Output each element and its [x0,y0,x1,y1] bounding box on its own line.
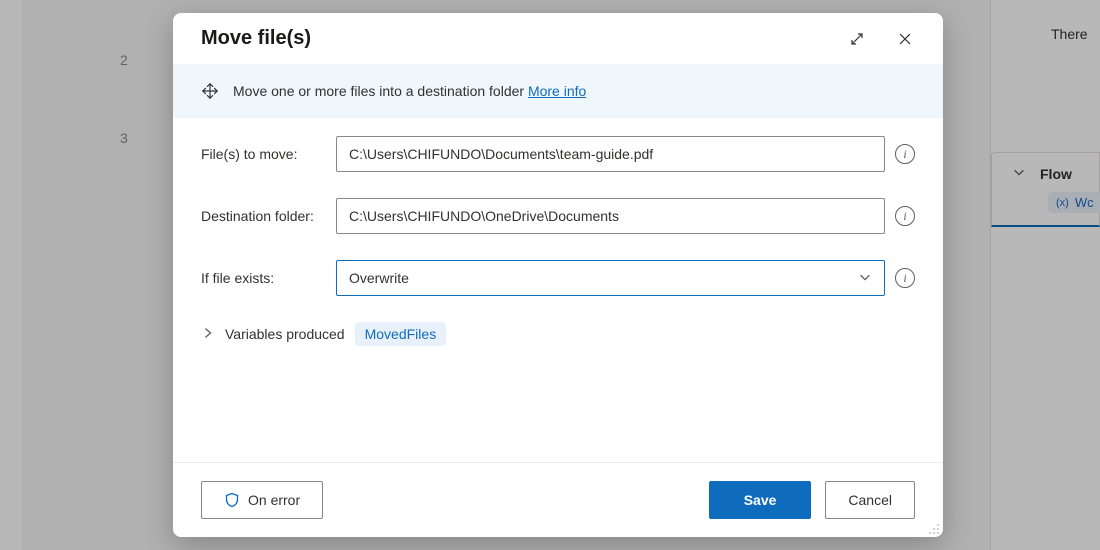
destination-folder-input[interactable] [336,198,885,234]
variables-produced-row[interactable]: Variables produced MovedFiles [201,322,915,346]
info-icon[interactable]: i [895,268,915,288]
on-error-label: On error [248,492,300,508]
save-label: Save [744,492,777,508]
dialog-body: File(s) to move: i Destination folder: i… [173,118,943,462]
chevron-right-icon [201,326,215,343]
destination-folder-label: Destination folder: [201,208,336,224]
move-files-dialog: Move file(s) [173,13,943,537]
chevron-down-icon [858,270,872,287]
variable-badge[interactable]: MovedFiles [355,322,447,346]
banner-text: Move one or more files into a destinatio… [233,83,524,99]
dialog-header: Move file(s) [173,13,943,64]
resize-grip-icon[interactable] [928,522,940,534]
variables-produced-label: Variables produced [225,326,345,342]
expand-icon[interactable] [847,29,867,49]
cancel-label: Cancel [848,492,892,508]
shield-icon [224,492,240,508]
files-to-move-input[interactable] [336,136,885,172]
files-to-move-label: File(s) to move: [201,146,336,162]
cancel-button[interactable]: Cancel [825,481,915,519]
more-info-link[interactable]: More info [528,83,586,99]
dialog-title: Move file(s) [201,27,311,50]
save-button[interactable]: Save [709,481,812,519]
if-exists-value: Overwrite [349,270,409,286]
close-icon[interactable] [895,29,915,49]
info-banner: Move one or more files into a destinatio… [173,64,943,118]
info-icon[interactable]: i [895,144,915,164]
move-arrows-icon [201,82,219,100]
dialog-footer: On error Save Cancel [173,462,943,537]
if-exists-select[interactable]: Overwrite [336,260,885,296]
if-exists-label: If file exists: [201,270,336,286]
info-icon[interactable]: i [895,206,915,226]
on-error-button[interactable]: On error [201,481,323,519]
